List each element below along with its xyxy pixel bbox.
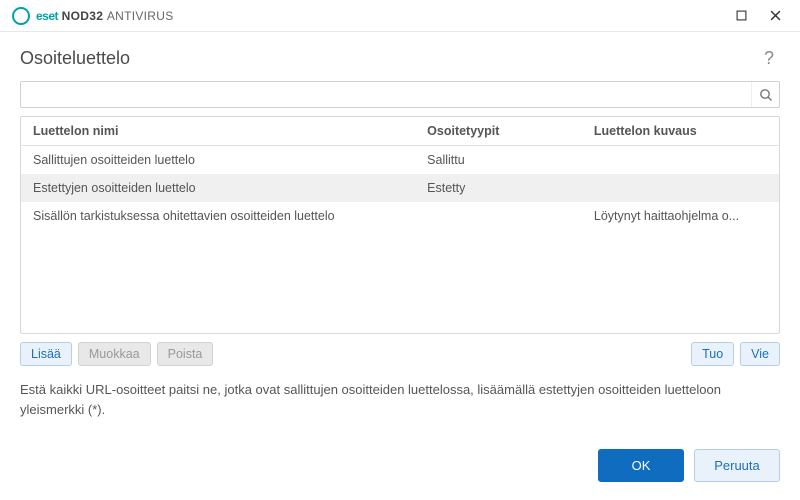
table-cell bbox=[582, 146, 779, 174]
search-row bbox=[20, 81, 780, 108]
titlebar: eset NOD32 ANTIVIRUS bbox=[0, 0, 800, 32]
content-area: Luettelon nimi Osoitetyypit Luettelon ku… bbox=[0, 81, 800, 435]
search-input[interactable] bbox=[21, 82, 751, 107]
table-row[interactable]: Sallittujen osoitteiden luetteloSallittu bbox=[21, 146, 779, 174]
column-header-name[interactable]: Luettelon nimi bbox=[21, 117, 415, 145]
table-cell: Estettyjen osoitteiden luettelo bbox=[21, 174, 415, 202]
table-cell: Sallittu bbox=[415, 146, 582, 174]
import-button[interactable]: Tuo bbox=[691, 342, 734, 366]
dialog-footer: OK Peruuta bbox=[0, 435, 800, 500]
product-logo: eset NOD32 ANTIVIRUS bbox=[12, 7, 174, 25]
add-button[interactable]: Lisää bbox=[20, 342, 72, 366]
search-icon bbox=[759, 88, 773, 102]
table-row[interactable]: Estettyjen osoitteiden luetteloEstetty bbox=[21, 174, 779, 202]
cancel-button[interactable]: Peruuta bbox=[694, 449, 780, 482]
help-button[interactable]: ? bbox=[758, 46, 780, 71]
eset-logo-icon bbox=[12, 7, 30, 25]
table-cell: Sallittujen osoitteiden luettelo bbox=[21, 146, 415, 174]
edit-button[interactable]: Muokkaa bbox=[78, 342, 151, 366]
table-header: Luettelon nimi Osoitetyypit Luettelon ku… bbox=[21, 117, 779, 146]
export-button[interactable]: Vie bbox=[740, 342, 780, 366]
info-text: Estä kaikki URL-osoitteet paitsi ne, jot… bbox=[20, 380, 780, 419]
search-button[interactable] bbox=[751, 82, 779, 107]
table-cell: Sisällön tarkistuksessa ohitettavien oso… bbox=[21, 202, 415, 230]
close-icon bbox=[770, 10, 781, 21]
window-maximize-button[interactable] bbox=[724, 2, 758, 30]
window-close-button[interactable] bbox=[758, 2, 792, 30]
table-cell: Estetty bbox=[415, 174, 582, 202]
column-header-type[interactable]: Osoitetyypit bbox=[415, 117, 582, 145]
page-header: Osoiteluettelo ? bbox=[0, 32, 800, 81]
address-list-table: Luettelon nimi Osoitetyypit Luettelon ku… bbox=[20, 116, 780, 334]
table-cell: Löytynyt haittaohjelma o... bbox=[582, 202, 779, 230]
row-actions: Lisää Muokkaa Poista Tuo Vie bbox=[20, 342, 780, 366]
table-cell bbox=[582, 174, 779, 202]
maximize-icon bbox=[736, 10, 747, 21]
table-row[interactable]: Sisällön tarkistuksessa ohitettavien oso… bbox=[21, 202, 779, 230]
table-cell bbox=[415, 202, 582, 230]
table-body: Sallittujen osoitteiden luetteloSallittu… bbox=[21, 146, 779, 333]
product-name: eset NOD32 ANTIVIRUS bbox=[36, 9, 174, 23]
column-header-desc[interactable]: Luettelon kuvaus bbox=[582, 117, 779, 145]
delete-button[interactable]: Poista bbox=[157, 342, 214, 366]
page-title: Osoiteluettelo bbox=[20, 48, 758, 69]
ok-button[interactable]: OK bbox=[598, 449, 684, 482]
